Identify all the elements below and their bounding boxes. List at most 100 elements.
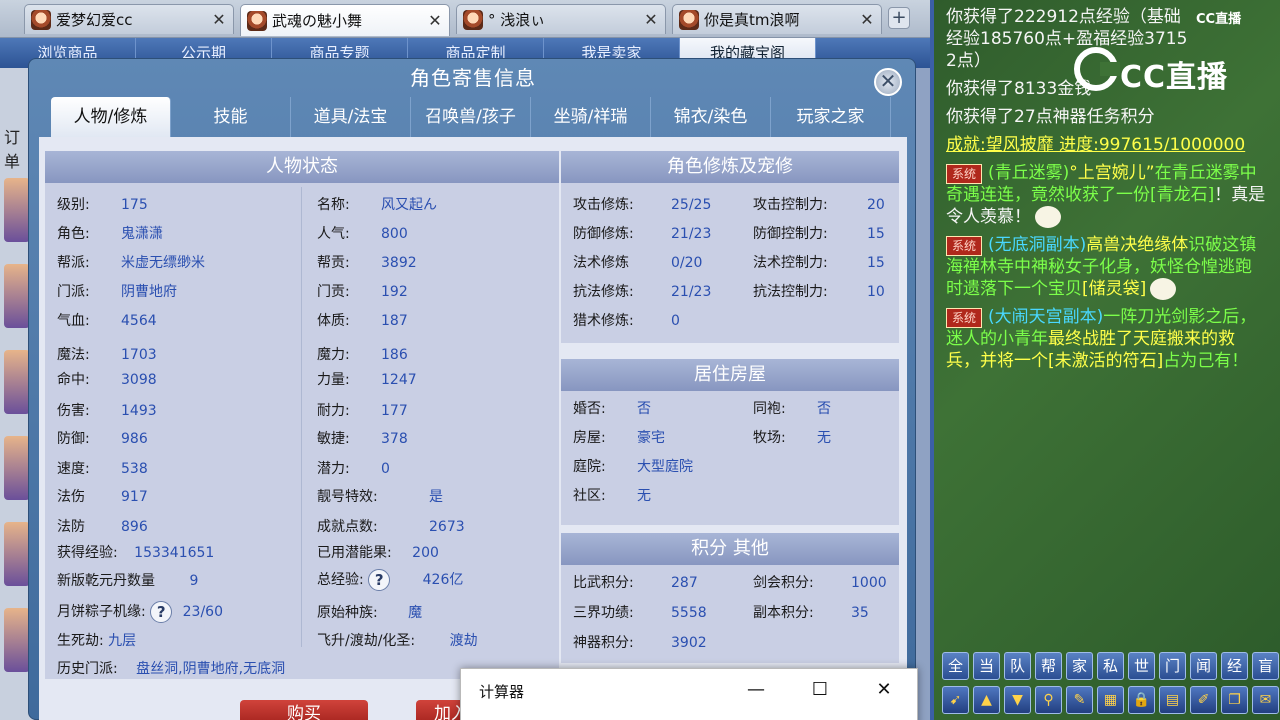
- cult-rows-1-b-label: 防御控制力:: [753, 226, 828, 242]
- system-tag: 系统: [946, 164, 983, 184]
- status-left-1-value: 鬼潇潇: [121, 226, 163, 242]
- avatar[interactable]: [4, 350, 30, 414]
- tab-favicon-icon: [247, 10, 267, 31]
- chat-channel-button[interactable]: 盲: [1252, 652, 1279, 680]
- cult-rows-3-a-row: 抗法修炼: 21/23: [573, 282, 711, 302]
- life-tribulation-row: 生死劫: 九层: [57, 631, 136, 651]
- arrow-up-icon[interactable]: ▲: [973, 686, 1000, 714]
- cult-rows-3-b-value: 10: [867, 284, 885, 300]
- status-right-4-value: 187: [381, 313, 408, 329]
- close-button[interactable]: ✕: [861, 675, 907, 707]
- chat-channel-button[interactable]: 门: [1159, 652, 1186, 680]
- house-rows-0-a-value: 否: [637, 401, 651, 417]
- new-tab-button[interactable]: +: [888, 7, 910, 29]
- role-consignment-dialog: 角色寄售信息 ✕ 人物/修炼 技能 道具/法宝 召唤兽/孩子 坐骑/祥瑞 锦衣/…: [28, 58, 916, 720]
- chat-channel-button[interactable]: 帮: [1035, 652, 1062, 680]
- status-left-8-value: 986: [121, 431, 148, 447]
- house-rows-1-b-row: 牧场: 无: [753, 428, 831, 448]
- document-icon[interactable]: ▤: [1159, 686, 1186, 714]
- status-right-10-value: 是: [429, 489, 443, 505]
- chat-channel-button[interactable]: 世: [1128, 652, 1155, 680]
- score-rows-2-a-label: 神器积分:: [573, 635, 634, 651]
- status-right-0-value: 风又起ん: [381, 197, 437, 213]
- tab-player-home[interactable]: 玩家之家: [771, 97, 891, 137]
- house-rows-0-b-label: 同袍:: [753, 401, 786, 417]
- cult-rows-0-a-label: 攻击修炼:: [573, 197, 634, 213]
- note-icon[interactable]: ✎: [1066, 686, 1093, 714]
- brush-icon[interactable]: ✐: [1190, 686, 1217, 714]
- tab-close-icon[interactable]: ✕: [643, 10, 659, 29]
- house-rows-1-a-label: 房屋:: [573, 430, 606, 446]
- history-school-row: 历史门派: 盘丝洞,阴曹地府,无底洞: [57, 659, 285, 679]
- cult-rows-2-b-value: 15: [867, 255, 885, 271]
- status-right-6-row: 力量: 1247: [317, 370, 417, 390]
- cultivation-panel: 角色修炼及宠修 攻击修炼: 25/25 攻击控制力: 20 防御修炼: 21/23 防御控制…: [561, 151, 899, 343]
- avatar[interactable]: [4, 178, 30, 242]
- help-icon[interactable]: ?: [150, 601, 173, 623]
- chat-channel-button[interactable]: 当: [973, 652, 1000, 680]
- status-left-7-label: 伤害:: [57, 403, 90, 419]
- search-icon[interactable]: ⚲: [1035, 686, 1062, 714]
- tab-close-icon[interactable]: ✕: [211, 10, 227, 29]
- tab-close-icon[interactable]: ✕: [859, 10, 875, 29]
- tab-skills[interactable]: 技能: [171, 97, 291, 137]
- grid-icon[interactable]: ▦: [1097, 686, 1124, 714]
- cult-rows-4-a-row: 猎术修炼: 0: [573, 311, 680, 331]
- cursor-icon[interactable]: ➹: [942, 686, 969, 714]
- status-left-7-row: 伤害: 1493: [57, 401, 157, 421]
- chat-channel-bar: 全当队帮家私世门闻经盲: [942, 652, 1280, 680]
- chat-channel-button[interactable]: 私: [1097, 652, 1124, 680]
- tab-mounts[interactable]: 坐骑/祥瑞: [531, 97, 651, 137]
- lock-icon[interactable]: 🔒: [1128, 686, 1155, 714]
- status-right-5-label: 魔力:: [317, 347, 350, 363]
- msg-item[interactable]: [储灵袋]: [1082, 279, 1146, 299]
- avatar[interactable]: [4, 264, 30, 328]
- cult-rows-2-a-row: 法术修炼 0/20: [573, 253, 702, 273]
- avatar[interactable]: [4, 522, 30, 586]
- tab-items[interactable]: 道具/法宝: [291, 97, 411, 137]
- tab-pets[interactable]: 召唤兽/孩子: [411, 97, 531, 137]
- avatar[interactable]: [4, 436, 30, 500]
- ascend-label: 飞升/渡劫/化圣:: [317, 633, 416, 649]
- mooncake-value: 23/60: [182, 604, 223, 620]
- browser-tab-3[interactable]: ° 浅浪ぃ ✕: [456, 4, 666, 34]
- maximize-button[interactable]: ☐: [797, 675, 843, 707]
- avatar[interactable]: [4, 608, 30, 672]
- msg-player[interactable]: °上宫婉儿”: [1069, 163, 1154, 183]
- arrow-down-icon[interactable]: ▼: [1004, 686, 1031, 714]
- msg-item[interactable]: [未激活的符石]: [1048, 351, 1163, 371]
- chat-channel-button[interactable]: 全: [942, 652, 969, 680]
- dialog-title: 角色寄售信息: [410, 66, 536, 90]
- chat-channel-button[interactable]: 闻: [1190, 652, 1217, 680]
- dialog-close-button[interactable]: ✕: [874, 68, 902, 96]
- status-right-7-label: 耐力:: [317, 403, 350, 419]
- exp-value: 153341651: [134, 545, 215, 561]
- chat-channel-button[interactable]: 队: [1004, 652, 1031, 680]
- copy-icon[interactable]: ❐: [1221, 686, 1248, 714]
- chat-channel-button[interactable]: 家: [1066, 652, 1093, 680]
- chat-channel-button[interactable]: 经: [1221, 652, 1248, 680]
- buy-button[interactable]: 购买: [240, 700, 368, 720]
- status-right-9-label: 潜力:: [317, 461, 350, 477]
- race-row: 原始种族: 魔: [317, 603, 422, 623]
- score-rows-1-a-row: 三界功绩: 5558: [573, 603, 707, 623]
- status-left-2-label: 帮派:: [57, 255, 90, 271]
- msg-player[interactable]: 高兽决绝缘体: [1086, 235, 1188, 255]
- cult-rows-3-b-row: 抗法控制力: 10: [753, 282, 885, 302]
- status-panel-title: 人物状态: [45, 151, 559, 183]
- minimize-button[interactable]: —: [733, 675, 779, 707]
- race-value: 魔: [408, 605, 423, 621]
- tab-character-cultivation[interactable]: 人物/修炼: [51, 97, 171, 137]
- help-icon[interactable]: ?: [368, 569, 391, 591]
- browser-tab-2[interactable]: 武魂の魅小舞 ✕: [240, 4, 450, 36]
- cc-live-watermark-small: CC直播: [1196, 12, 1242, 27]
- chat-bubble-icon[interactable]: ✉: [1252, 686, 1279, 714]
- msg-item[interactable]: [青龙石]: [1150, 185, 1214, 205]
- ascend-value: 渡劫: [449, 633, 478, 649]
- tab-costumes[interactable]: 锦衣/染色: [651, 97, 771, 137]
- browser-tab-1[interactable]: 爱梦幻爱cc ✕: [24, 4, 234, 34]
- cult-rows-1-a-row: 防御修炼: 21/23: [573, 224, 711, 244]
- tab-close-icon[interactable]: ✕: [427, 11, 443, 30]
- chat-line-achievement[interactable]: 成就:望风披靡 进度:997615/1000000: [946, 134, 1268, 156]
- browser-tab-4[interactable]: 你是真tm浪啊 ✕: [672, 4, 882, 34]
